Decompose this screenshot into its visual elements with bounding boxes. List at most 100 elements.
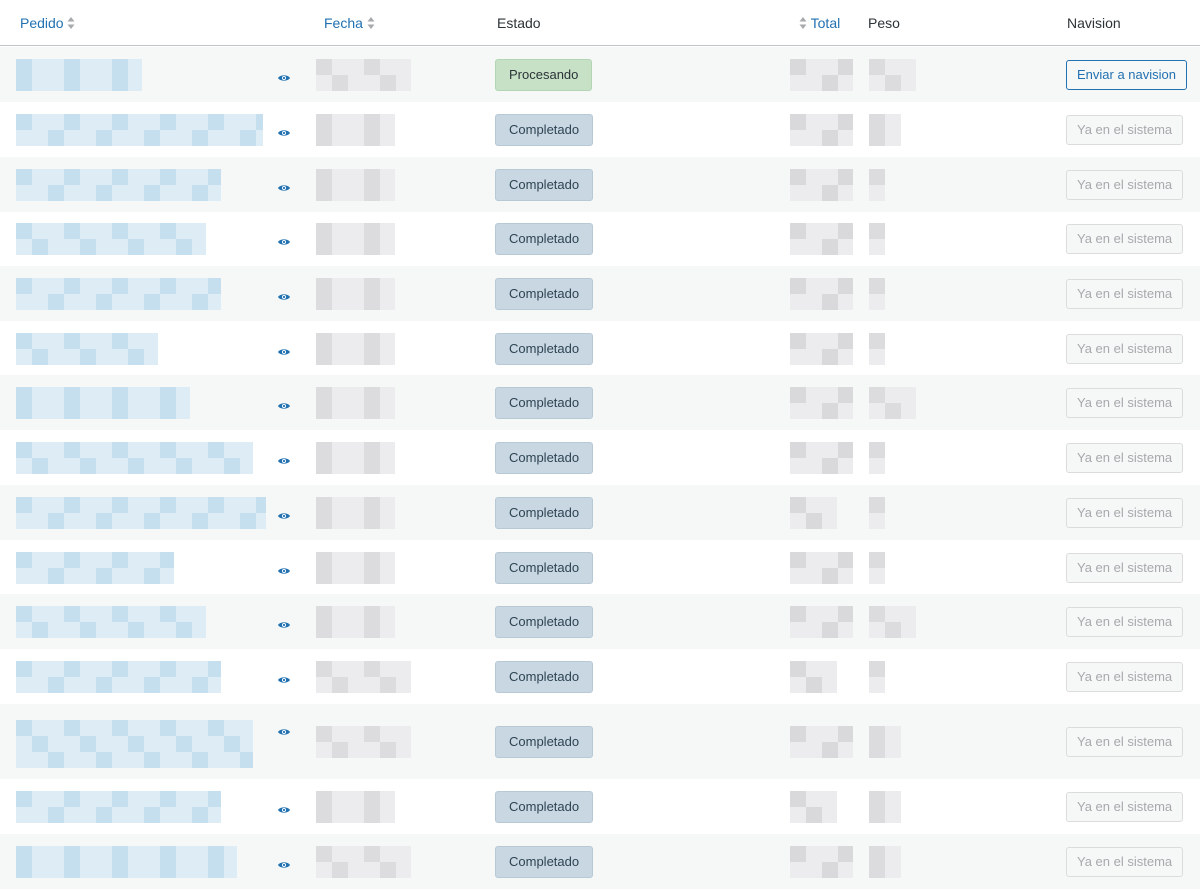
column-header-order-label[interactable]: Pedido	[20, 15, 64, 31]
redacted-text	[316, 223, 395, 255]
already-in-system-button[interactable]: Ya en el sistema	[1066, 662, 1183, 692]
status-badge: Procesando	[495, 59, 593, 91]
already-in-system-button[interactable]: Ya en el sistema	[1066, 607, 1183, 637]
eye-icon[interactable]	[277, 234, 291, 245]
table-row[interactable]: Completado Ya en el sistema	[0, 430, 1200, 485]
redacted-text	[316, 169, 395, 201]
table-row[interactable]: Completado Ya en el sistema	[0, 779, 1200, 834]
status-badge: Completado	[495, 278, 594, 310]
redacted-text	[869, 442, 885, 474]
redacted-text	[869, 661, 885, 693]
redacted-text	[16, 606, 206, 638]
already-in-system-button[interactable]: Ya en el sistema	[1066, 115, 1183, 145]
table-row[interactable]: Completado Ya en el sistema	[0, 321, 1200, 376]
eye-icon[interactable]	[277, 344, 291, 355]
eye-icon[interactable]	[277, 857, 291, 868]
table-row[interactable]: Completado Ya en el sistema	[0, 485, 1200, 540]
redacted-text	[790, 278, 853, 310]
already-in-system-button[interactable]: Ya en el sistema	[1066, 847, 1183, 877]
redacted-text	[790, 606, 853, 638]
redacted-text	[790, 726, 853, 758]
redacted-text	[790, 223, 853, 255]
redacted-text	[16, 552, 174, 584]
redacted-text	[869, 59, 916, 91]
already-in-system-button[interactable]: Ya en el sistema	[1066, 727, 1183, 757]
table-row[interactable]: Completado Ya en el sistema	[0, 157, 1200, 212]
already-in-system-button[interactable]: Ya en el sistema	[1066, 553, 1183, 583]
redacted-text	[790, 442, 853, 474]
already-in-system-button[interactable]: Ya en el sistema	[1066, 170, 1183, 200]
eye-icon[interactable]	[277, 453, 291, 464]
table-row[interactable]: Procesando Enviar a navision	[0, 47, 1200, 102]
redacted-text	[16, 720, 253, 768]
column-header-total-label[interactable]: Total	[811, 15, 841, 31]
redacted-text	[869, 726, 901, 758]
column-header-order[interactable]: Pedido	[20, 14, 75, 32]
redacted-text	[16, 114, 263, 146]
eye-icon[interactable]	[277, 724, 291, 735]
eye-icon[interactable]	[277, 563, 291, 574]
redacted-text	[869, 169, 885, 201]
status-badge: Completado	[495, 846, 594, 878]
eye-icon[interactable]	[277, 508, 291, 519]
status-badge: Completado	[495, 552, 594, 584]
status-badge: Completado	[495, 661, 594, 693]
redacted-text	[790, 333, 853, 365]
column-header-weight: Peso	[868, 15, 900, 31]
send-to-navision-button[interactable]: Enviar a navision	[1066, 60, 1187, 90]
redacted-text	[869, 606, 916, 638]
status-badge: Completado	[495, 726, 594, 758]
redacted-text	[16, 223, 206, 255]
eye-icon[interactable]	[277, 70, 291, 81]
table-row[interactable]: Completado Ya en el sistema	[0, 594, 1200, 649]
already-in-system-button[interactable]: Ya en el sistema	[1066, 279, 1183, 309]
eye-icon[interactable]	[277, 180, 291, 191]
column-header-date-label[interactable]: Fecha	[324, 15, 363, 31]
redacted-text	[316, 442, 395, 474]
redacted-text	[16, 169, 221, 201]
table-row[interactable]: Completado Ya en el sistema	[0, 211, 1200, 266]
already-in-system-button[interactable]: Ya en el sistema	[1066, 388, 1183, 418]
redacted-text	[316, 846, 411, 878]
redacted-text	[869, 333, 885, 365]
redacted-text	[316, 606, 395, 638]
orders-table-header: Pedido Fecha Estado Total Peso Navision	[0, 0, 1200, 46]
sort-arrows-icon[interactable]	[367, 16, 375, 30]
status-badge: Completado	[495, 442, 594, 474]
table-row[interactable]: Completado Ya en el sistema	[0, 649, 1200, 704]
column-header-date[interactable]: Fecha	[324, 14, 375, 32]
eye-icon[interactable]	[277, 617, 291, 628]
status-badge: Completado	[495, 387, 594, 419]
redacted-text	[16, 661, 221, 693]
redacted-text	[16, 59, 142, 91]
eye-icon[interactable]	[277, 802, 291, 813]
table-row[interactable]: Completado Ya en el sistema	[0, 834, 1200, 889]
status-badge: Completado	[495, 606, 594, 638]
redacted-text	[869, 387, 916, 419]
table-row[interactable]: Completado Ya en el sistema	[0, 540, 1200, 595]
redacted-text	[869, 497, 885, 529]
already-in-system-button[interactable]: Ya en el sistema	[1066, 792, 1183, 822]
table-row[interactable]: Completado Ya en el sistema	[0, 704, 1200, 779]
already-in-system-button[interactable]: Ya en el sistema	[1066, 498, 1183, 528]
sort-arrows-icon[interactable]	[799, 16, 807, 30]
column-header-total[interactable]: Total	[799, 14, 840, 32]
eye-icon[interactable]	[277, 289, 291, 300]
already-in-system-button[interactable]: Ya en el sistema	[1066, 443, 1183, 473]
redacted-text	[790, 114, 853, 146]
eye-icon[interactable]	[277, 125, 291, 136]
already-in-system-button[interactable]: Ya en el sistema	[1066, 334, 1183, 364]
eye-icon[interactable]	[277, 672, 291, 683]
redacted-text	[869, 223, 885, 255]
redacted-text	[790, 661, 837, 693]
table-row[interactable]: Completado Ya en el sistema	[0, 102, 1200, 157]
status-badge: Completado	[495, 223, 594, 255]
eye-icon[interactable]	[277, 398, 291, 409]
already-in-system-button[interactable]: Ya en el sistema	[1066, 224, 1183, 254]
redacted-text	[316, 497, 395, 529]
redacted-text	[316, 114, 395, 146]
redacted-text	[790, 552, 853, 584]
table-row[interactable]: Completado Ya en el sistema	[0, 375, 1200, 430]
table-row[interactable]: Completado Ya en el sistema	[0, 266, 1200, 321]
sort-arrows-icon[interactable]	[67, 16, 75, 30]
